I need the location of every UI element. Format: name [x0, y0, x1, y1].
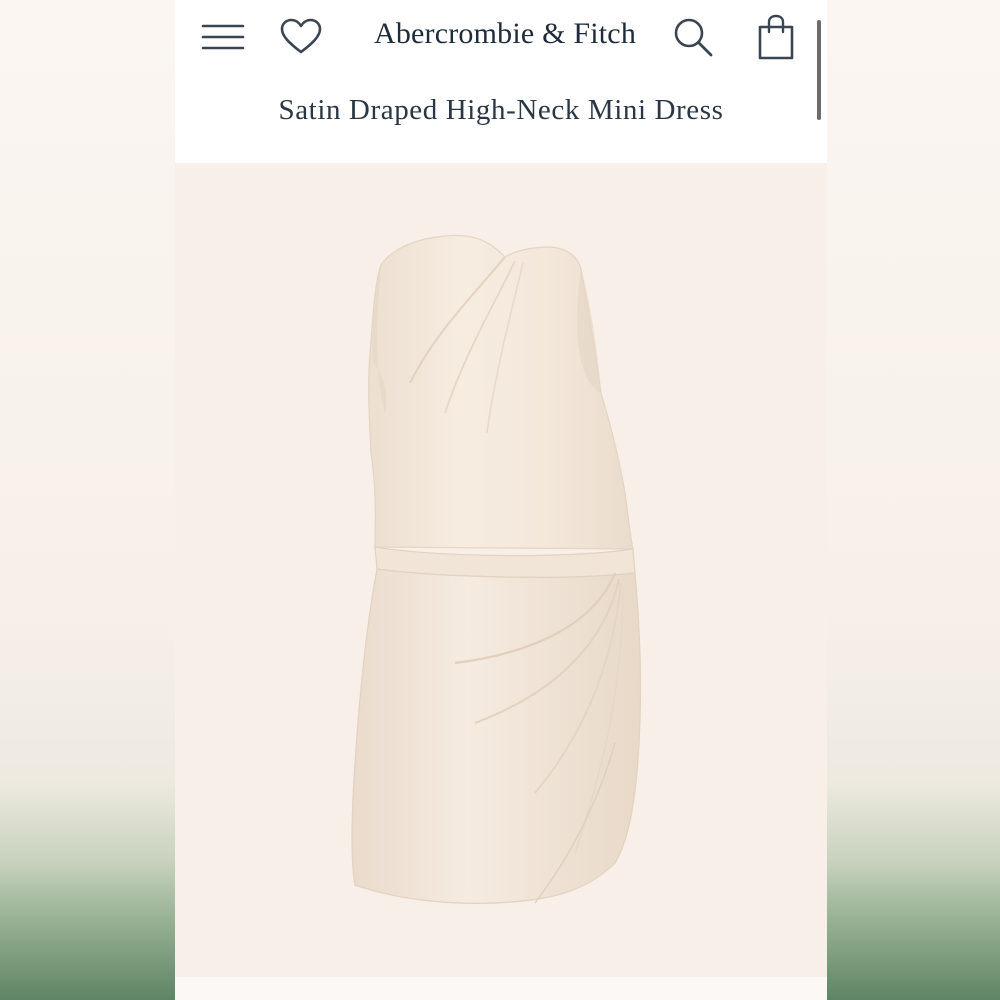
shopping-bag-icon	[758, 14, 794, 60]
product-title: Satin Draped High-Neck Mini Dress	[278, 94, 724, 126]
product-page[interactable]: Abercrombie & Fitch Satin Draped High-Ne…	[175, 0, 827, 1000]
menu-button[interactable]	[199, 16, 247, 58]
brand-logo[interactable]: Abercrombie & Fitch	[355, 14, 655, 54]
product-image[interactable]	[175, 163, 827, 977]
heart-icon	[280, 18, 322, 54]
page-scrollbar[interactable]	[817, 20, 821, 120]
shopping-bag-button[interactable]	[753, 12, 799, 62]
top-navigation-bar: Abercrombie & Fitch Satin Draped High-Ne…	[175, 0, 827, 163]
search-icon	[674, 18, 713, 57]
left-blurred-background	[0, 0, 175, 1000]
search-button[interactable]	[669, 14, 717, 60]
wishlist-button[interactable]	[277, 16, 325, 58]
page-bottom-strip	[175, 977, 827, 1000]
right-blurred-background	[827, 0, 1000, 1000]
hamburger-menu-icon	[201, 24, 245, 50]
screenshot-frame: Abercrombie & Fitch Satin Draped High-Ne…	[0, 0, 1000, 1000]
dress-image	[351, 234, 642, 904]
